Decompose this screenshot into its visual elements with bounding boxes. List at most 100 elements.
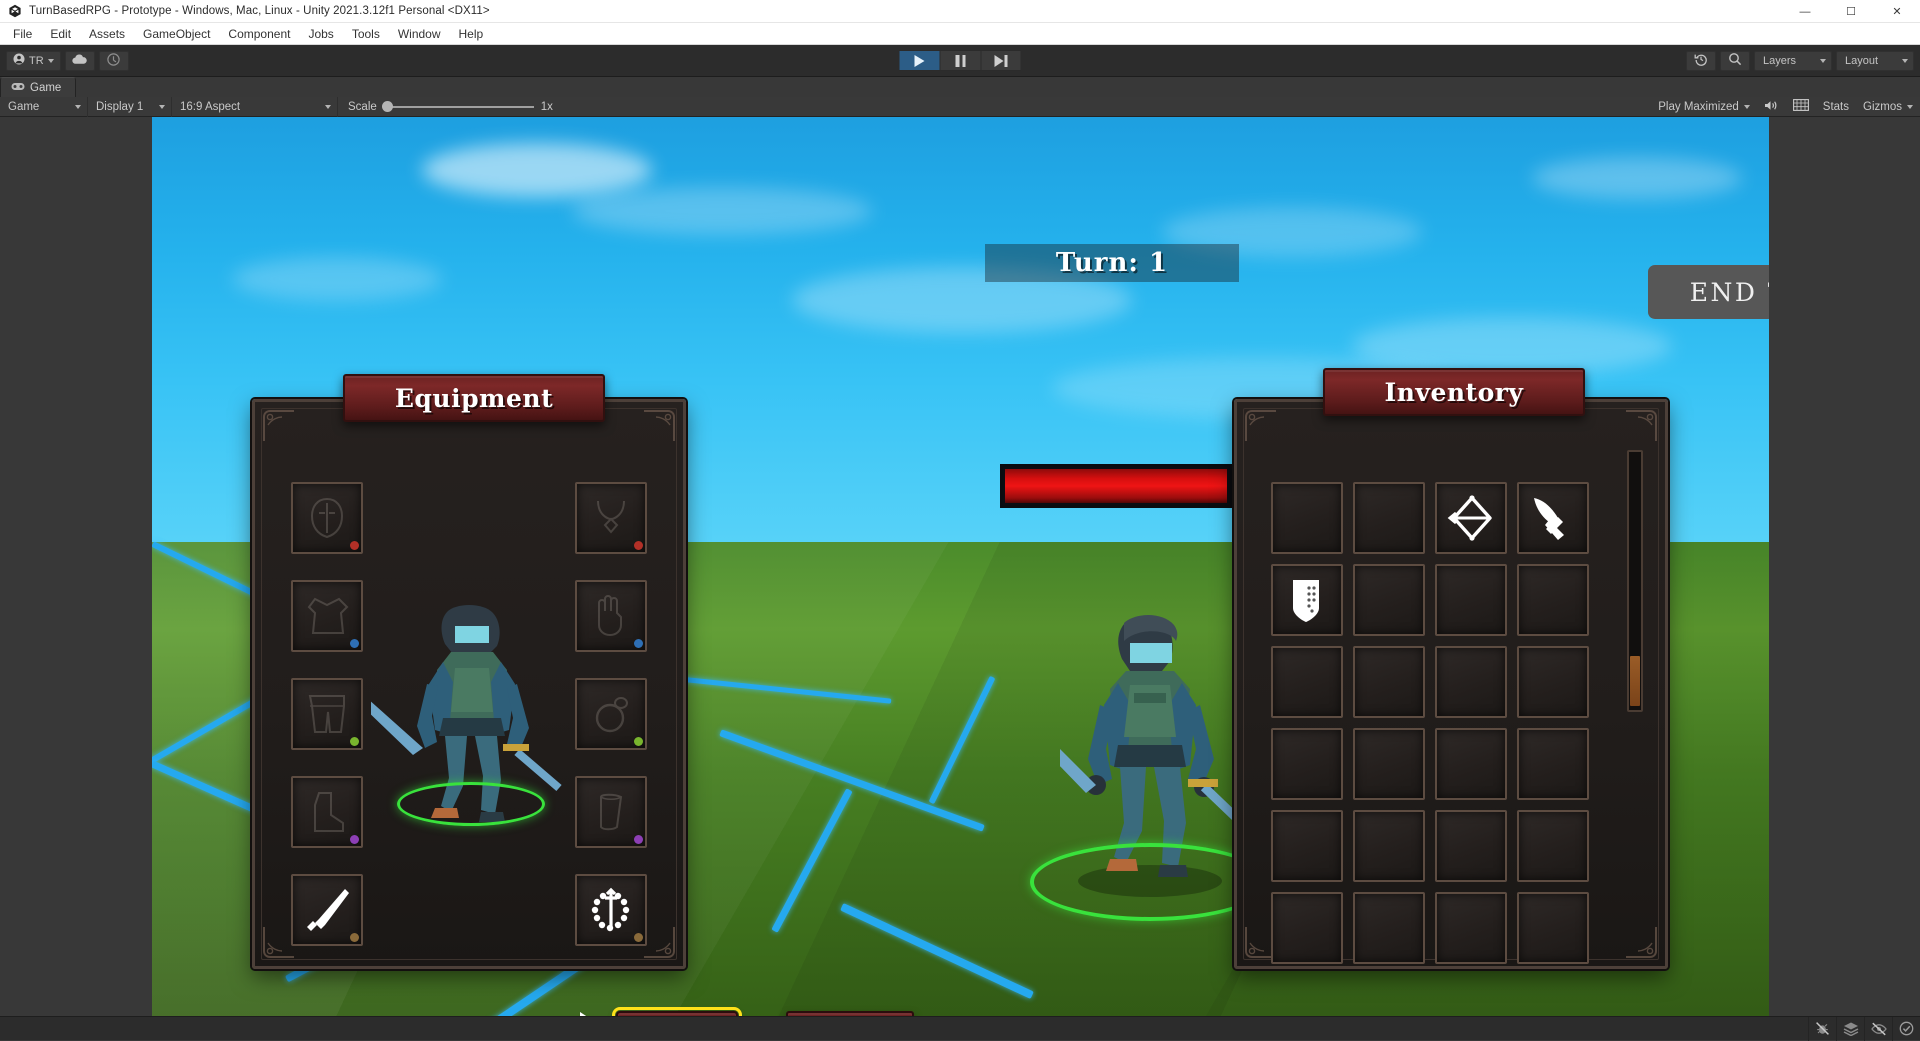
game-view-select[interactable]: Game (0, 97, 88, 117)
layout-dropdown[interactable]: Layout (1836, 51, 1914, 71)
play-maximized-label: Play Maximized (1658, 101, 1739, 113)
close-button[interactable]: ✕ (1874, 0, 1920, 23)
inventory-slot-15[interactable] (1435, 728, 1507, 800)
inventory-slot-13[interactable] (1271, 728, 1343, 800)
cloud-button[interactable] (65, 51, 95, 71)
menu-gameobject[interactable]: GameObject (134, 24, 219, 44)
check-circle-icon[interactable] (1892, 1017, 1920, 1041)
inventory-slot-16[interactable] (1517, 728, 1589, 800)
inventory-slot-14[interactable] (1353, 728, 1425, 800)
undo-history-button[interactable] (1686, 51, 1716, 71)
inventory-slot-21[interactable] (1271, 892, 1343, 964)
display-select-value: Display 1 (96, 101, 143, 113)
slot-rarity-gem (350, 835, 359, 844)
slot-rarity-gem (634, 835, 643, 844)
inventory-slot-10[interactable] (1353, 646, 1425, 718)
menu-tools[interactable]: Tools (343, 24, 389, 44)
mute-audio-button[interactable] (1757, 97, 1786, 117)
inventory-slot-4[interactable] (1517, 482, 1589, 554)
account-button[interactable]: TR (6, 51, 61, 71)
bracer-slot[interactable] (575, 776, 647, 848)
display-select[interactable]: Display 1 (88, 97, 172, 117)
menu-component[interactable]: Component (219, 24, 299, 44)
inventory-slot-22[interactable] (1353, 892, 1425, 964)
search-button[interactable] (1720, 51, 1750, 71)
chevron-down-icon (1744, 105, 1750, 109)
amulet-slot[interactable] (575, 482, 647, 554)
aspect-select[interactable]: 16:9 Aspect (172, 97, 338, 117)
cloud (232, 257, 442, 301)
menu-jobs[interactable]: Jobs (299, 24, 342, 44)
step-button[interactable] (981, 50, 1022, 71)
inventory-slot-19[interactable] (1435, 810, 1507, 882)
menu-file[interactable]: File (4, 24, 41, 44)
stats-button[interactable]: Stats (1816, 97, 1856, 117)
layout-label: Layout (1845, 55, 1878, 67)
gloves-slot[interactable] (575, 580, 647, 652)
pause-button[interactable] (940, 50, 981, 71)
inventory-slot-8[interactable] (1517, 564, 1589, 636)
inventory-panel[interactable]: Inventory (1234, 399, 1668, 969)
inventory-slot-17[interactable] (1271, 810, 1343, 882)
inventory-slot-7[interactable] (1435, 564, 1507, 636)
game-view-canvas[interactable]: Turn: 1 END TURN 2 (152, 117, 1769, 1026)
gizmos-dropdown[interactable]: Gizmos (1856, 97, 1920, 117)
ring-icon (591, 694, 631, 734)
inventory-slot-23[interactable] (1435, 892, 1507, 964)
ring-slot[interactable] (575, 678, 647, 750)
helmet-icon (307, 497, 347, 539)
cloud-icon (72, 54, 87, 68)
inventory-slot-5[interactable] (1271, 564, 1343, 636)
inventory-slot-2[interactable] (1353, 482, 1425, 554)
cloud (572, 187, 872, 235)
eye-disabled-icon[interactable] (1864, 1017, 1892, 1041)
chevron-down-icon (1907, 105, 1913, 109)
scale-slider-knob[interactable] (382, 101, 393, 112)
inventory-slot-11[interactable] (1435, 646, 1507, 718)
scale-slider-group[interactable]: Scale 1x (338, 97, 563, 117)
inventory-slot-6[interactable] (1353, 564, 1425, 636)
inventory-slot-18[interactable] (1353, 810, 1425, 882)
inventory-slot-1[interactable] (1271, 482, 1343, 554)
bug-disabled-icon[interactable] (1808, 1017, 1836, 1041)
layers-stack-icon[interactable] (1836, 1017, 1864, 1041)
inventory-slot-24[interactable] (1517, 892, 1589, 964)
inventory-slot-9[interactable] (1271, 646, 1343, 718)
slot-rarity-gem (350, 737, 359, 746)
play-maximized-dropdown[interactable]: Play Maximized (1651, 97, 1757, 117)
gizmos-label: Gizmos (1863, 101, 1902, 113)
trinket-slot[interactable] (575, 874, 647, 946)
weapon-slot[interactable] (291, 874, 363, 946)
inventory-scrollbar-thumb[interactable] (1630, 656, 1640, 706)
pants-icon (306, 694, 348, 734)
playback-controls (899, 50, 1022, 71)
amulet-icon (590, 497, 632, 539)
inventory-slot-20[interactable] (1517, 810, 1589, 882)
end-turn-button[interactable]: END TURN (1648, 265, 1769, 319)
menubar: File Edit Assets GameObject Component Jo… (0, 23, 1920, 45)
menu-assets[interactable]: Assets (80, 24, 134, 44)
helmet-slot[interactable] (291, 482, 363, 554)
tab-game[interactable]: Game (0, 77, 76, 97)
layers-dropdown[interactable]: Layers (1754, 51, 1832, 71)
chevron-down-icon (1902, 59, 1908, 63)
inventory-slot-12[interactable] (1517, 646, 1589, 718)
menu-window[interactable]: Window (389, 24, 450, 44)
chest-slot[interactable] (291, 580, 363, 652)
inventory-slot-3[interactable] (1435, 482, 1507, 554)
inventory-scrollbar[interactable] (1627, 450, 1643, 712)
unity-services-button[interactable] (99, 51, 129, 71)
legs-slot[interactable] (291, 678, 363, 750)
maximize-button[interactable]: ☐ (1828, 0, 1874, 23)
menu-edit[interactable]: Edit (41, 24, 80, 44)
window-title: TurnBasedRPG - Prototype - Windows, Mac,… (29, 5, 490, 17)
minimize-button[interactable]: — (1782, 0, 1828, 23)
scale-slider[interactable] (384, 106, 534, 108)
menu-help[interactable]: Help (450, 24, 493, 44)
stats-grid-button[interactable] (1786, 97, 1816, 117)
panel-corner-ornament (642, 409, 676, 443)
boots-slot[interactable] (291, 776, 363, 848)
game-toolbar-right: Play Maximized Stats Gizmos (1651, 97, 1920, 117)
equipment-panel[interactable]: Equipment (252, 399, 686, 969)
play-button[interactable] (899, 50, 940, 71)
